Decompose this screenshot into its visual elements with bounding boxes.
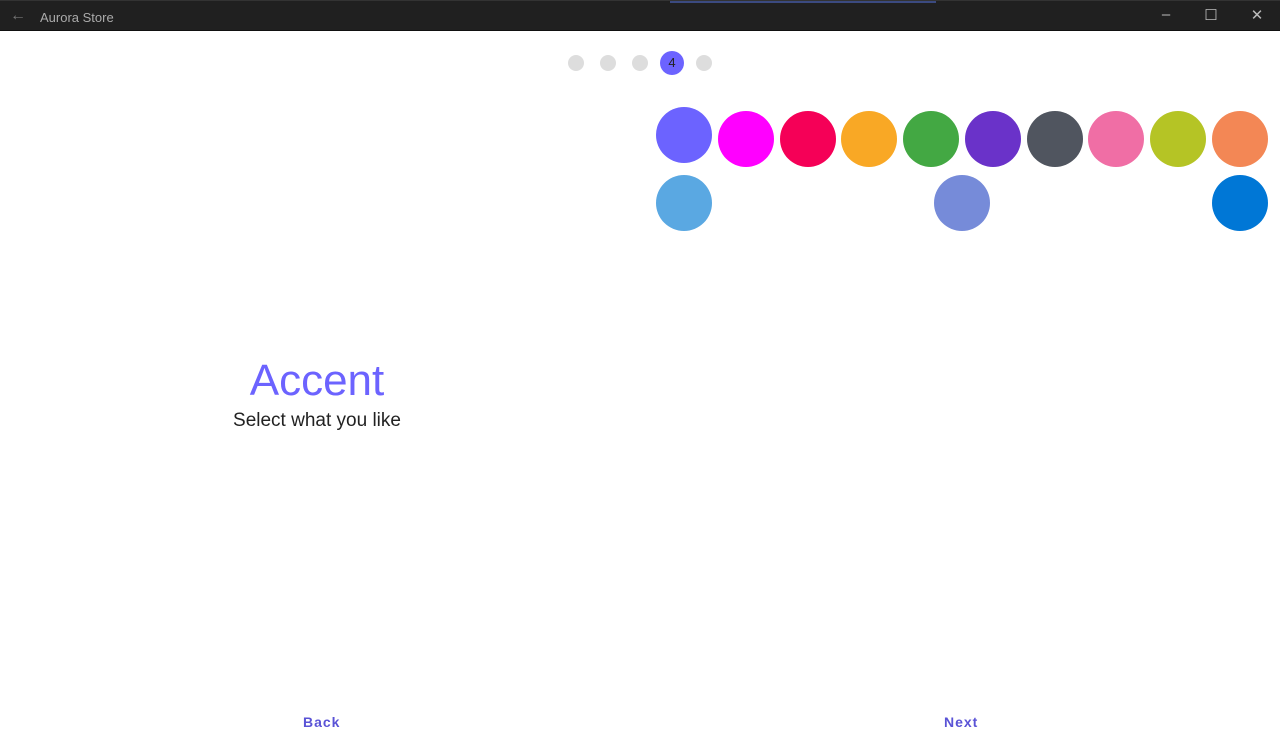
accent-swatch[interactable] xyxy=(1027,111,1083,167)
title-bar: ← Aurora Store – ☐ ✕ xyxy=(0,0,1280,31)
accent-swatch[interactable] xyxy=(1212,111,1268,167)
page-title: Accent xyxy=(249,356,385,405)
accent-swatch[interactable] xyxy=(656,175,712,231)
next-button[interactable]: Next xyxy=(944,714,978,730)
accent-swatch[interactable] xyxy=(1212,175,1268,231)
back-button[interactable]: Back xyxy=(303,714,340,730)
accent-swatch[interactable] xyxy=(780,111,836,167)
page-subtitle: Select what you like xyxy=(233,410,401,431)
maximize-icon[interactable]: ☐ xyxy=(1196,6,1226,24)
step-dot-2 xyxy=(600,55,616,71)
accent-swatch[interactable] xyxy=(934,175,990,231)
step-dot-3 xyxy=(632,55,648,71)
accent-swatch[interactable] xyxy=(841,111,897,167)
step-dot-1 xyxy=(568,55,584,71)
accent-swatch[interactable] xyxy=(903,111,959,167)
minimize-icon[interactable]: – xyxy=(1151,6,1181,23)
accent-swatch[interactable] xyxy=(1150,111,1206,167)
accent-swatch[interactable] xyxy=(965,111,1021,167)
accent-swatch[interactable] xyxy=(1088,111,1144,167)
step-dot-current: 4 xyxy=(660,51,684,75)
title-bar-accent xyxy=(670,1,936,3)
close-icon[interactable]: ✕ xyxy=(1242,6,1272,24)
accent-swatch-selected[interactable] xyxy=(656,107,712,163)
back-arrow-icon[interactable]: ← xyxy=(10,7,26,25)
window-title: Aurora Store xyxy=(40,10,114,25)
step-dot-5 xyxy=(696,55,712,71)
accent-swatch[interactable] xyxy=(718,111,774,167)
